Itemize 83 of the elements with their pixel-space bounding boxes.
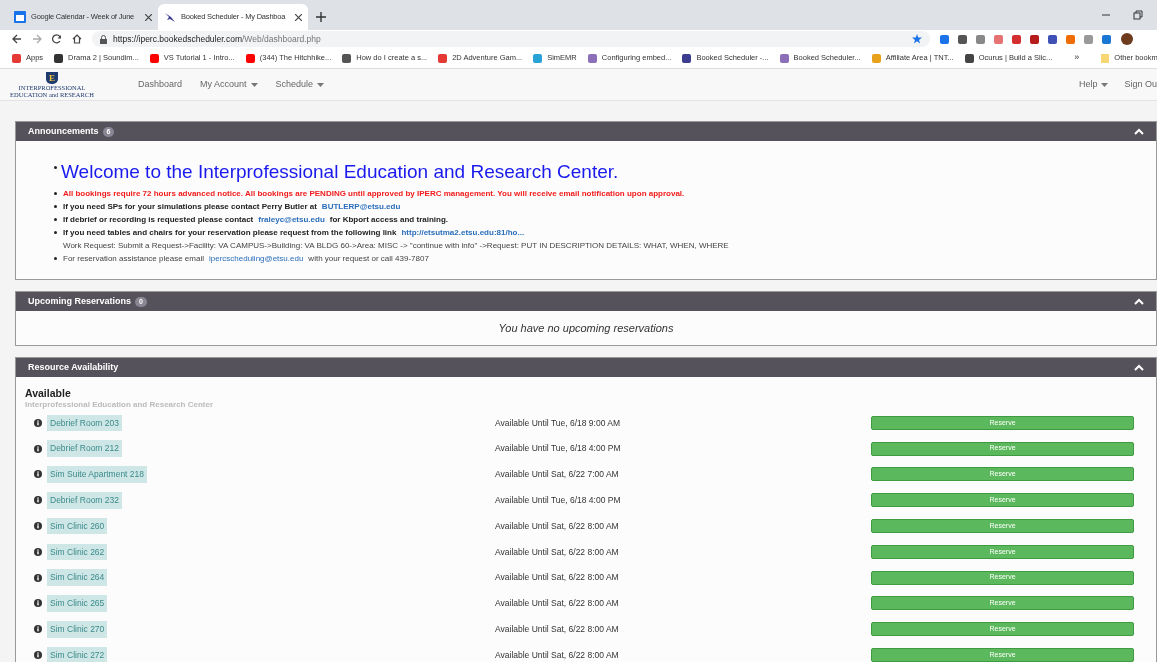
caret-icon <box>1101 82 1109 87</box>
calendar-icon <box>14 11 26 23</box>
extension-icons-drawing[interactable] <box>940 34 1111 44</box>
panel-title: Resource Availability <box>28 360 119 374</box>
collapse-icon[interactable] <box>1134 364 1144 371</box>
collapse-icon[interactable] <box>1134 298 1144 305</box>
availability-text: Available Until Sat, 6/22 8:00 AM <box>495 622 620 636</box>
availability-text: Available Until Tue, 6/18 4:00 PM <box>495 442 622 456</box>
lock-icon <box>100 34 107 44</box>
section-heading: Available <box>25 387 72 399</box>
new-tab-icon[interactable] <box>316 12 326 22</box>
address-bar[interactable]: https://iperc.bookedscheduler.com/Web/dashboard.php <box>92 31 930 47</box>
availability-text: Available Until Sat, 6/22 8:00 AM <box>495 519 620 533</box>
bullet-icon <box>54 257 57 260</box>
email-link[interactable]: http://etsutma2.etsu.edu:81/ho... <box>401 226 525 239</box>
resource-link[interactable]: Debrief Room 232 <box>47 491 122 509</box>
announcement-text: For reservation assistance please email <box>63 253 204 265</box>
nav-link[interactable]: Schedule <box>275 77 325 92</box>
info-icon[interactable] <box>34 573 42 582</box>
bullet-icon <box>54 166 57 169</box>
resource-link[interactable]: Sim Clinic 262 <box>47 543 108 561</box>
info-icon[interactable] <box>34 444 42 453</box>
availability-text: Available Until Tue, 6/18 4:00 PM <box>495 493 622 507</box>
bullet-icon <box>54 205 57 208</box>
caret-icon <box>250 82 258 87</box>
section-subheading: Interprofessional Education and Research Center <box>25 399 215 410</box>
welcome-heading: Welcome to the Interprofessional Education and Research Center. <box>61 161 619 183</box>
info-icon[interactable] <box>34 496 42 505</box>
info-icon[interactable] <box>34 418 42 427</box>
close-icon[interactable] <box>295 13 302 21</box>
availability-text: Available Until Sat, 6/22 8:00 AM <box>495 648 620 662</box>
info-icon[interactable] <box>34 470 42 479</box>
resource-link[interactable]: Sim Clinic 260 <box>47 517 108 535</box>
info-icon[interactable] <box>34 625 42 634</box>
announcement-text: If you need SPs for your simulations please contact Perry Butler at <box>63 201 317 213</box>
reload-icon[interactable] <box>52 34 62 44</box>
profile-avatar-icon[interactable] <box>1121 33 1133 45</box>
restore-icon[interactable] <box>1133 10 1143 20</box>
email-link[interactable]: BUTLERP@etsu.edu <box>321 200 401 213</box>
more-bookmarks-button[interactable]: » <box>1074 51 1080 65</box>
resource-link[interactable]: Sim Clinic 264 <box>47 569 108 587</box>
info-icon[interactable] <box>34 522 42 531</box>
empty-message: You have no upcoming reservations <box>498 320 674 336</box>
announcement-text: with your request or call 439-7807 <box>308 253 429 265</box>
bullet-icon <box>54 218 57 221</box>
info-icon[interactable] <box>34 599 42 608</box>
caret-icon <box>317 82 325 87</box>
resource-link[interactable]: Debrief Room 203 <box>47 414 122 432</box>
nav-link[interactable]: Dashboard <box>138 77 183 92</box>
folder-icon <box>1101 53 1110 63</box>
email-link[interactable]: fraleyc@etsu.edu <box>258 213 325 226</box>
nav-link[interactable]: Sign Ou <box>1124 77 1157 92</box>
work-request-note: Work Request: Submit a Request->Facility: VA CAMPUS->Building: VA BLDG 60->Area: MISC -> "continue with info" ->Request: PUT IN DESCRIPTION DETAILS: WHAT, WHEN, WHERE <box>63 240 729 252</box>
email-link[interactable]: ipercscheduling@etsu.edu <box>208 252 304 265</box>
nav-link[interactable]: Help <box>1078 77 1109 92</box>
resource-link[interactable]: Debrief Room 212 <box>47 440 122 458</box>
availability-text: Available Until Sat, 6/22 8:00 AM <box>495 597 620 610</box>
resource-link[interactable]: Sim Clinic 265 <box>47 595 108 612</box>
announcement-text: If debrief or recording is requested please contact <box>63 214 254 226</box>
info-icon[interactable] <box>34 651 42 660</box>
back-icon[interactable] <box>12 34 22 44</box>
resource-link[interactable]: Sim Clinic 272 <box>47 646 108 662</box>
announcement-text: If you need tables and chairs for your reservation please request from the following link <box>63 227 397 239</box>
home-icon[interactable] <box>72 34 82 44</box>
collapse-icon[interactable] <box>1134 128 1144 135</box>
resource-link[interactable]: Sim Clinic 270 <box>47 620 108 638</box>
availability-text: Available Until Sat, 6/22 7:00 AM <box>495 468 620 481</box>
info-icon[interactable] <box>34 547 42 556</box>
bullet-icon <box>54 192 57 195</box>
bullet-icon <box>54 231 57 234</box>
resource-link[interactable]: Sim Suite Apartment 218 <box>47 466 148 483</box>
url-text: https://iperc.bookedscheduler.com/Web/dashboard.php <box>113 32 322 46</box>
availability-text: Available Until Sat, 6/22 8:00 AM <box>495 571 620 585</box>
nav-link[interactable]: My Account <box>200 77 258 92</box>
availability-text: Available Until Sat, 6/22 8:00 AM <box>495 545 620 559</box>
star-icon[interactable] <box>912 34 922 44</box>
availability-text: Available Until Tue, 6/18 9:00 AM <box>495 416 622 430</box>
panel-title: Announcements <box>28 124 99 138</box>
close-icon[interactable] <box>145 13 152 21</box>
logo-shield: E <box>46 71 58 84</box>
notice-text: All bookings require 72 hours advanced notice. All bookings are PENDING until approved by IPERC management. You will receive email notification upon approval. <box>63 188 685 200</box>
announcement-text: for Kbport access and training. <box>329 214 449 226</box>
panel-title: Upcoming Reservations <box>28 294 132 308</box>
